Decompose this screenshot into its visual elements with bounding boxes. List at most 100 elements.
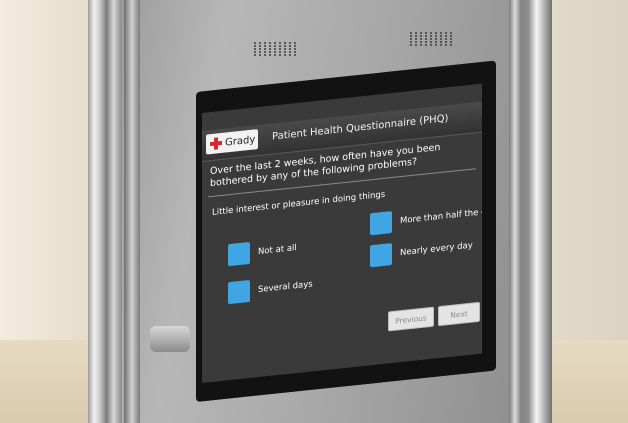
grill-dot bbox=[269, 45, 271, 47]
grill-dot bbox=[284, 54, 286, 56]
option-label: Several days bbox=[258, 279, 313, 296]
grill-dot bbox=[284, 51, 286, 53]
grill-dot bbox=[264, 48, 266, 50]
grill-dot bbox=[254, 45, 256, 47]
grill-dot bbox=[279, 42, 281, 44]
grill-dot bbox=[294, 42, 296, 44]
grill-dot bbox=[289, 48, 291, 50]
chrome-pole-right bbox=[530, 0, 552, 423]
grill-dot bbox=[425, 32, 427, 34]
pole-bracket bbox=[150, 326, 190, 352]
grill-dot bbox=[284, 45, 286, 47]
grill-dot bbox=[259, 48, 261, 50]
photo-scene: Grady Patient Health Questionnaire (PHQ)… bbox=[0, 0, 628, 423]
grill-dot bbox=[294, 45, 296, 47]
grill-dot bbox=[450, 35, 452, 37]
option-checkbox[interactable] bbox=[228, 241, 250, 267]
grill-dot bbox=[294, 54, 296, 56]
grill-dot bbox=[259, 51, 261, 53]
grill-dot bbox=[274, 48, 276, 50]
grill-dot bbox=[259, 45, 261, 47]
grill-dot bbox=[410, 35, 412, 37]
grill-dot bbox=[435, 35, 437, 37]
grill-dot bbox=[430, 44, 432, 46]
grill-dot bbox=[264, 45, 266, 47]
grill-dot bbox=[279, 48, 281, 50]
grill-dot bbox=[410, 44, 412, 46]
grill-dot bbox=[440, 38, 442, 40]
grill-dot bbox=[264, 51, 266, 53]
grill-dot bbox=[289, 51, 291, 53]
grill-dot bbox=[269, 42, 271, 44]
option-several-days[interactable]: Several days bbox=[228, 273, 313, 305]
grill-dot bbox=[440, 32, 442, 34]
option-nearly-every-day[interactable]: Nearly every day bbox=[370, 235, 473, 268]
grill-dot bbox=[294, 51, 296, 53]
grill-dot bbox=[259, 54, 261, 56]
grill-dot bbox=[254, 51, 256, 53]
grill-dot bbox=[254, 48, 256, 50]
option-label: Nearly every day bbox=[400, 240, 473, 259]
option-checkbox[interactable] bbox=[370, 211, 392, 236]
grill-dot bbox=[254, 54, 256, 56]
option-not-at-all[interactable]: Not at all bbox=[228, 237, 297, 267]
grill-dot bbox=[425, 44, 427, 46]
grill-dot bbox=[289, 45, 291, 47]
grill-dot bbox=[259, 42, 261, 44]
grill-dot bbox=[420, 44, 422, 46]
grill-dot bbox=[415, 44, 417, 46]
option-checkbox[interactable] bbox=[370, 243, 392, 268]
grill-dot bbox=[269, 54, 271, 56]
grill-dot bbox=[445, 38, 447, 40]
kiosk-screen: Grady Patient Health Questionnaire (PHQ)… bbox=[202, 83, 482, 384]
grill-dot bbox=[435, 41, 437, 43]
grill-dot bbox=[410, 32, 412, 34]
grill-dot bbox=[430, 41, 432, 43]
grill-dot bbox=[425, 35, 427, 37]
grill-dot bbox=[410, 38, 412, 40]
grill-dot bbox=[274, 54, 276, 56]
grill-dot bbox=[430, 35, 432, 37]
grill-dot bbox=[445, 44, 447, 46]
grill-dot bbox=[415, 38, 417, 40]
grill-dot bbox=[410, 41, 412, 43]
grill-dot bbox=[450, 32, 452, 34]
logo-text: Grady bbox=[225, 133, 256, 149]
option-more-than-half[interactable]: More than half the days bbox=[370, 200, 482, 236]
grill-dot bbox=[264, 42, 266, 44]
grill-dot bbox=[415, 35, 417, 37]
grill-dot bbox=[430, 32, 432, 34]
grill-dot bbox=[445, 41, 447, 43]
grill-dot bbox=[274, 42, 276, 44]
next-button[interactable]: Next bbox=[438, 301, 480, 327]
speaker-grill-right bbox=[410, 32, 454, 46]
grill-dot bbox=[415, 41, 417, 43]
grill-dot bbox=[284, 42, 286, 44]
grill-dot bbox=[450, 44, 452, 46]
grill-dot bbox=[294, 48, 296, 50]
grady-logo-button[interactable]: Grady bbox=[206, 129, 258, 155]
grill-dot bbox=[420, 32, 422, 34]
grill-dot bbox=[445, 32, 447, 34]
grill-dot bbox=[440, 35, 442, 37]
grill-dot bbox=[279, 51, 281, 53]
previous-button[interactable]: Previous bbox=[388, 306, 434, 332]
chrome-pole-left-inner bbox=[124, 0, 140, 423]
grill-dot bbox=[420, 41, 422, 43]
grill-dot bbox=[435, 44, 437, 46]
grill-dot bbox=[435, 32, 437, 34]
grill-dot bbox=[289, 54, 291, 56]
grill-dot bbox=[420, 38, 422, 40]
page-title: Patient Health Questionnaire (PHQ) bbox=[272, 113, 449, 143]
grill-dot bbox=[269, 48, 271, 50]
grill-dot bbox=[415, 32, 417, 34]
option-checkbox[interactable] bbox=[228, 279, 250, 305]
grill-dot bbox=[440, 41, 442, 43]
grill-dot bbox=[264, 54, 266, 56]
option-label: Not at all bbox=[258, 243, 297, 258]
option-label: More than half the days bbox=[400, 206, 482, 227]
grill-dot bbox=[254, 42, 256, 44]
red-cross-icon bbox=[210, 137, 222, 150]
grill-dot bbox=[289, 42, 291, 44]
chrome-pole-right-inner bbox=[509, 0, 521, 423]
